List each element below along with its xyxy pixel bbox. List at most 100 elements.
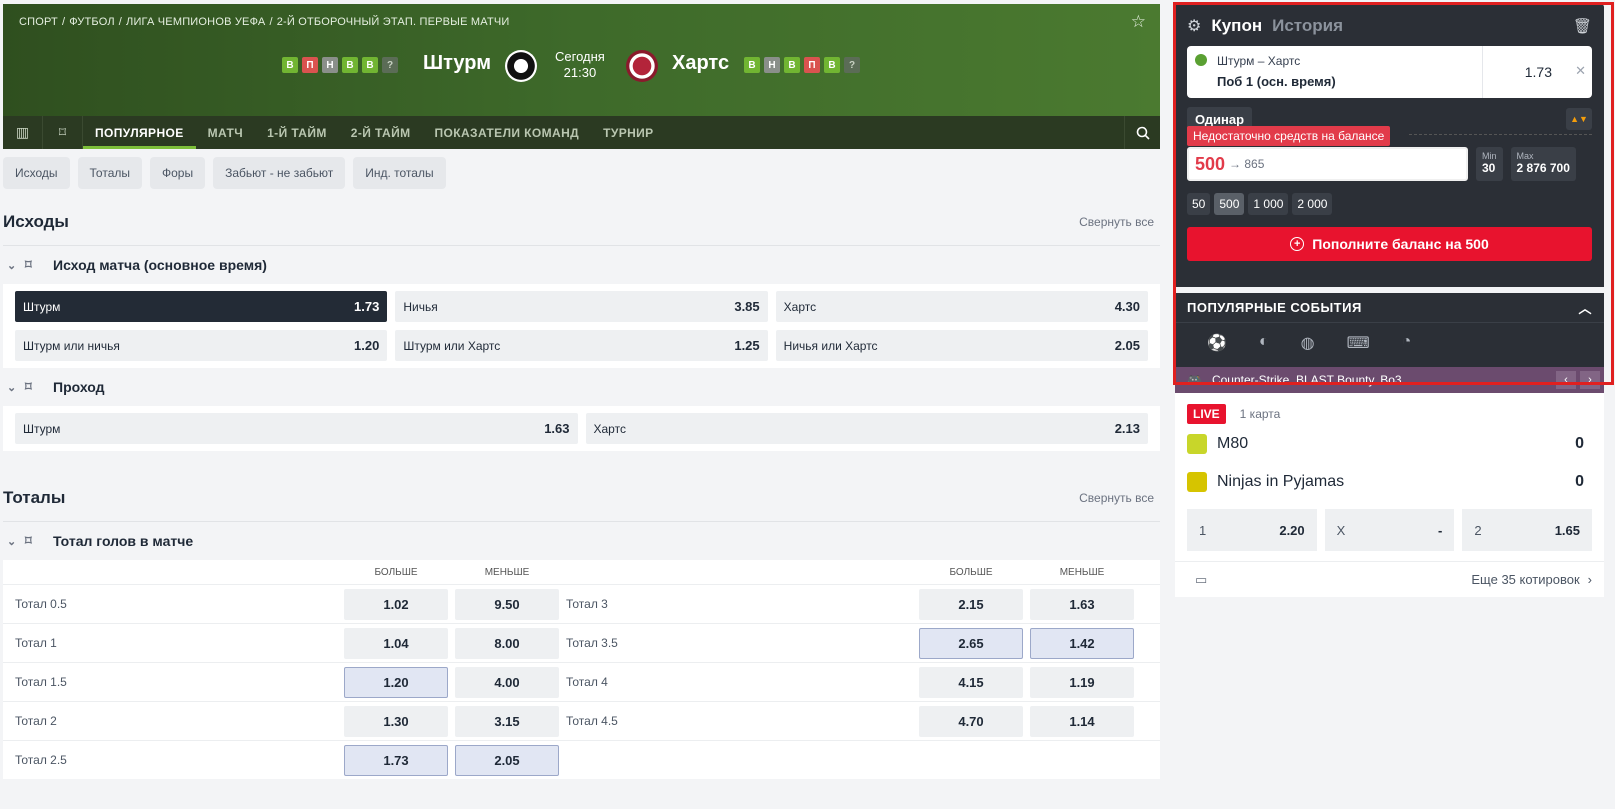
under-odd[interactable]: 3.15 [455,705,559,737]
crumb-stage[interactable]: 2-Й ОТБОРОЧНЫЙ ЭТАП. ПЕРВЫЕ МАТЧИ [277,16,510,28]
odd-button[interactable]: Хартс 4.30 [775,291,1148,322]
odd-button[interactable]: 1 2.20 [1187,509,1317,551]
under-odd[interactable]: 9.50 [455,588,559,620]
over-odd[interactable]: 1.04 [344,627,448,659]
tab-tournament[interactable]: ТУРНИР [591,116,666,149]
quick-stake-button[interactable]: 1 000 [1248,193,1289,215]
bookmark-icon[interactable]: ⌑ [43,116,83,149]
odd-value: 4.30 [1114,299,1140,314]
home-form: В П Н В В ? [282,57,398,73]
max-stake[interactable]: Max 2 876 700 [1510,147,1576,181]
sort-icon[interactable]: ▲▼ [1566,108,1592,130]
tennis-ball-icon[interactable]: ◐ [1259,333,1269,353]
chip-totals[interactable]: Тоталы [77,157,142,189]
tab-second-half[interactable]: 2-Й ТАЙМ [339,116,423,149]
away-team-logo [626,50,658,82]
bookmark-icon[interactable]: ⌑ [25,379,45,395]
collapse-all-button[interactable]: Свернуть все [1079,491,1154,505]
gamepad-icon[interactable]: ⌨ [1347,333,1370,353]
esports-match-card[interactable]: LIVE 1 карта M80 0 Ninjas in Pyjamas 0 1… [1175,393,1604,561]
chevron-left-icon[interactable]: ‹ [1556,371,1576,389]
stake-input[interactable]: 500 → 865 [1187,147,1468,181]
tab-first-half[interactable]: 1-Й ТАЙМ [255,116,339,149]
gear-icon[interactable]: ⚙ [1187,16,1201,36]
quick-stake-button[interactable]: 50 [1187,193,1211,215]
chip-ind-totals[interactable]: Инд. тоталы [353,157,446,189]
over-odd[interactable]: 1.02 [344,588,448,620]
total-label: Тотал 2.5 [15,753,67,767]
over-odd[interactable]: 4.70 [919,705,1023,737]
table-tennis-icon[interactable]: ◔ [1402,333,1412,353]
search-icon[interactable] [1124,116,1160,149]
chip-outcomes[interactable]: Исходы [3,157,70,189]
over-odd[interactable]: 1.20 [344,666,448,698]
bookmark-icon[interactable]: ⌑ [25,533,45,549]
filter-chips: Исходы Тоталы Форы Забьют - не забьют Ин… [3,157,1160,189]
tab-coupon[interactable]: Купон [1211,16,1262,36]
trash-icon[interactable]: 🗑 [1573,17,1592,35]
esports-event-header[interactable]: 🎮 Counter-Strike. BLAST Bounty. Bo3 ‹ › [1175,367,1604,393]
collapse-all-button[interactable]: Свернуть все [1079,215,1154,229]
over-odd[interactable]: 4.15 [919,666,1023,698]
tv-icon[interactable]: ▭ [1195,572,1207,588]
tab-team-stats[interactable]: ПОКАЗАТЕЛИ КОМАНД [423,116,592,149]
odd-button[interactable]: Штурм или Хартс 1.25 [395,330,768,361]
chevron-down-icon[interactable]: ⌄ [7,535,25,548]
quick-stake-button[interactable]: 2 000 [1292,193,1333,215]
crumb-league[interactable]: ЛИГА ЧЕМПИОНОВ УЕФА [126,16,265,28]
quick-stake-button[interactable]: 500 [1214,193,1245,215]
chip-btts[interactable]: Забьют - не забьют [213,157,346,189]
over-odd[interactable]: 1.30 [344,705,448,737]
odd-value: 1.25 [734,338,760,353]
under-odd[interactable]: 1.63 [1030,588,1134,620]
favorite-star-icon[interactable]: ☆ [1131,12,1146,32]
home-team-name[interactable]: Штурм [423,52,491,75]
odd-button[interactable]: Штурм 1.63 [15,413,578,444]
bookmark-icon[interactable]: ⌑ [25,257,45,273]
table-row: Тотал 1 1.04 8.00 Тотал 3.5 2.65 1.42 [3,623,1160,662]
tab-match[interactable]: МАТЧ [196,116,255,149]
chevron-down-icon[interactable]: ⌄ [7,381,25,394]
odd-label: Штурм или ничья [23,338,120,353]
chip-handicaps[interactable]: Форы [150,157,206,189]
market-header[interactable]: ⌄ ⌑ Исход матча (основное время) [3,246,1160,284]
over-odd[interactable]: 1.73 [344,744,448,776]
chevron-down-icon[interactable]: ⌄ [7,259,25,272]
odd-button[interactable]: Хартс 2.13 [585,413,1148,444]
popular-header[interactable]: ПОПУЛЯРНЫЕ СОБЫТИЯ ︿ [1175,293,1604,323]
odd-button[interactable]: Ничья 3.85 [395,291,768,322]
odd-button[interactable]: Ничья или Хартс 2.05 [775,330,1148,361]
over-odd[interactable]: 2.15 [919,588,1023,620]
basketball-icon[interactable]: ◍ [1301,333,1315,353]
odd-button[interactable]: Штурм или ничья 1.20 [15,330,388,361]
tab-popular[interactable]: ПОПУЛЯРНОЕ [83,116,196,149]
soccer-ball-icon[interactable]: ⚽ [1207,333,1227,353]
crumb-sport[interactable]: СПОРТ [19,16,58,28]
odd-button[interactable]: X- [1324,509,1455,551]
team-score: 0 [1575,473,1584,490]
topup-button[interactable]: + Пополните баланс на 500 [1187,227,1592,261]
away-team-name[interactable]: Хартс [672,52,729,75]
under-odd[interactable]: 2.05 [455,744,559,776]
stats-icon[interactable]: ▥ [3,116,43,149]
chevron-right-icon[interactable]: › [1580,371,1600,389]
min-value: 30 [1482,161,1496,175]
close-icon[interactable]: ✕ [1575,63,1586,79]
under-odd[interactable]: 1.42 [1030,627,1134,659]
tab-history[interactable]: История [1272,16,1343,36]
under-odd[interactable]: 1.19 [1030,666,1134,698]
market-header[interactable]: ⌄ ⌑ Проход [3,368,1160,406]
min-stake[interactable]: Min 30 [1476,147,1503,181]
under-odd[interactable]: 4.00 [455,666,559,698]
more-odds-link[interactable]: Еще 35 котировок [1471,572,1579,587]
crumb-football[interactable]: ФУТБОЛ [69,16,115,28]
market-header[interactable]: ⌄ ⌑ Тотал голов в матче [3,522,1160,560]
odd-button[interactable]: 2 1.65 [1462,509,1592,551]
over-odd[interactable]: 2.65 [919,627,1023,659]
odd-button[interactable]: Штурм 1.73 [15,291,388,322]
under-odd[interactable]: 8.00 [455,627,559,659]
under-odd[interactable]: 1.14 [1030,705,1134,737]
chevron-up-icon[interactable]: ︿ [1578,298,1592,317]
more-odds-row[interactable]: ▭ Еще 35 котировок › [1175,561,1604,597]
odd-value: 3.85 [734,299,760,314]
